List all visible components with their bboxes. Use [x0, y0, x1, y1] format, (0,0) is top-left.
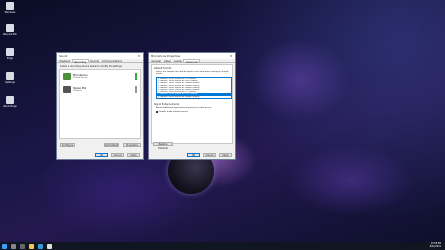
tab-recording[interactable]: Recording: [71, 59, 89, 64]
device-status: Default Device: [73, 77, 88, 79]
clock-date: 8/22/2021: [429, 245, 441, 248]
tab-communications[interactable]: Communications: [100, 59, 123, 63]
desktop-icon-settings[interactable]: Settings: [3, 72, 17, 84]
properties-button[interactable]: Properties: [123, 143, 141, 147]
tab-advanced[interactable]: Advanced: [183, 59, 200, 64]
task-view-icon[interactable]: [20, 243, 25, 249]
tab-levels[interactable]: Levels: [173, 59, 184, 63]
apply-button[interactable]: Apply: [127, 153, 140, 157]
desktop-icon-recycle-bin[interactable]: Recycle Bin: [3, 24, 17, 36]
stereo-mix-icon: [63, 86, 71, 93]
properties-tabs: General Listen Levels Advanced: [149, 59, 235, 64]
close-icon[interactable]: ✕: [227, 54, 235, 58]
format-instruction: Select the sample rate and bit depth to …: [156, 71, 229, 75]
format-option[interactable]: 2 channel, 24 bit, 96000 Hz (Studio Qual…: [157, 98, 231, 100]
cancel-button[interactable]: Cancel: [203, 153, 216, 157]
enhance-description: Allows additional signal processing by t…: [156, 107, 212, 109]
apply-button[interactable]: Apply: [219, 153, 232, 157]
desktop-icon-label: Settings: [5, 81, 15, 84]
restore-defaults-button[interactable]: Restore Defaults: [153, 142, 173, 150]
window-title: Microphone Properties: [151, 54, 181, 58]
checkbox-label: Enable audio enhancements: [159, 111, 188, 114]
desktop-icon-label: Recordings: [3, 105, 17, 108]
advanced-panel: Default Format Select the sample rate an…: [151, 64, 233, 144]
sound-tabs: Playback Recording Sounds Communications: [57, 59, 143, 64]
ok-button[interactable]: OK: [187, 153, 200, 157]
start-icon[interactable]: [2, 243, 7, 249]
edge-icon[interactable]: [38, 243, 43, 249]
section-signal-enhancements: Signal Enhancements: [154, 103, 179, 106]
desktop-icon-edge[interactable]: Edge: [3, 48, 17, 60]
window-title: Sound: [59, 54, 68, 58]
taskbar: 10:58 PM 8/22/2021: [0, 242, 445, 250]
search-icon[interactable]: [11, 243, 16, 249]
file-icon: [6, 96, 14, 104]
desktop-icon-windows[interactable]: Windows: [3, 2, 17, 14]
cancel-button[interactable]: Cancel: [111, 153, 124, 157]
format-dropdown-list[interactable]: 1 channel, 16 bit, 44100 Hz (CD Quality)…: [156, 77, 232, 100]
desktop-icon-label: Windows: [4, 11, 16, 14]
configure-button[interactable]: Configure: [60, 143, 75, 147]
enhancements-checkbox-row[interactable]: Enable audio enhancements: [156, 111, 188, 114]
properties-window: Microphone Properties ✕ General Listen L…: [148, 52, 236, 160]
desktop-icon-label: Recycle Bin: [3, 33, 17, 36]
close-icon[interactable]: ✕: [135, 54, 143, 58]
section-default-format: Default Format: [154, 67, 172, 70]
tab-sounds[interactable]: Sounds: [89, 59, 101, 63]
level-meter: [135, 86, 137, 93]
device-item-microphone[interactable]: Microphone Default Device: [63, 71, 143, 82]
sound-window: Sound ✕ Playback Recording Sounds Commun…: [56, 52, 144, 160]
desktop-icon-label: Edge: [6, 57, 14, 60]
file-explorer-icon[interactable]: [29, 243, 34, 249]
desktop-icon-recordings[interactable]: Recordings: [3, 96, 17, 108]
device-status: Disabled: [73, 90, 82, 92]
tab-playback[interactable]: Playback: [58, 59, 72, 63]
level-meter: [135, 73, 137, 80]
file-icon: [6, 48, 14, 56]
windows-icon: [6, 2, 14, 10]
instruction-text: Select a recording device below to modif…: [60, 64, 123, 68]
ok-button[interactable]: OK: [95, 153, 108, 157]
recycle-bin-icon: [6, 24, 14, 32]
device-item-stereo-mix[interactable]: Stereo Mix Disabled: [63, 84, 143, 95]
microphone-icon: [63, 73, 71, 80]
sound-settings-icon[interactable]: [47, 243, 52, 249]
tab-general[interactable]: General: [150, 59, 162, 63]
enhancements-checkbox[interactable]: [156, 111, 159, 114]
tab-listen[interactable]: Listen: [162, 59, 172, 63]
system-clock[interactable]: 10:58 PM 8/22/2021: [430, 243, 445, 248]
device-list: Microphone Default Device Stereo Mix Dis…: [59, 69, 141, 139]
file-icon: [6, 72, 14, 80]
set-default-button[interactable]: Set Default: [104, 143, 119, 147]
